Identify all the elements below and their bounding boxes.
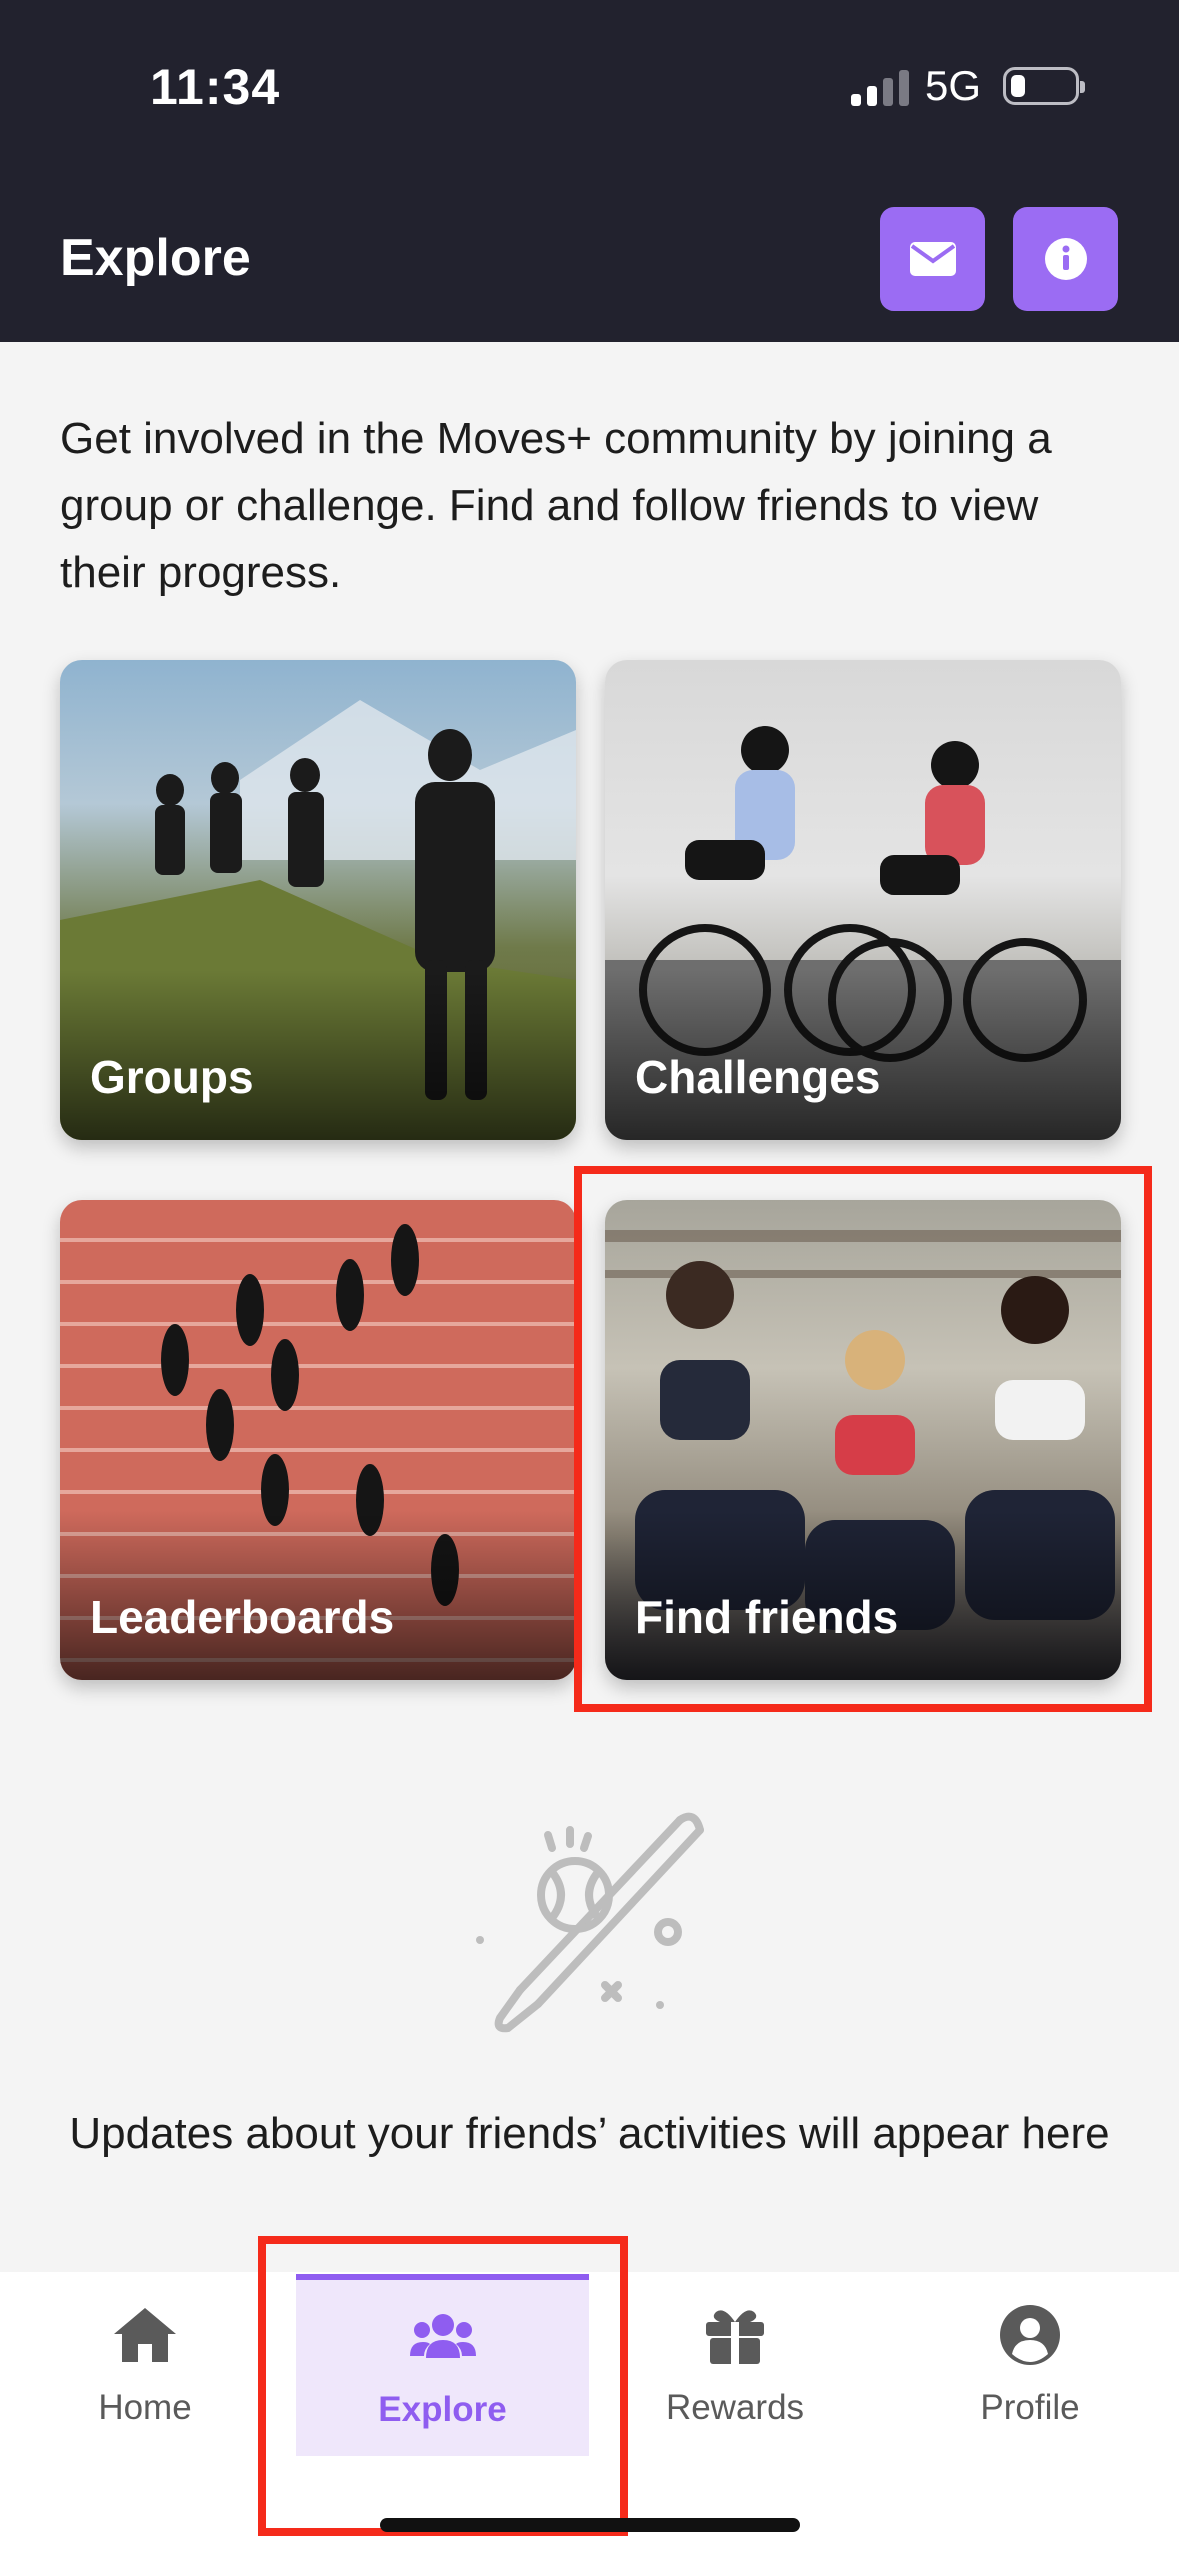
leaderboards-card[interactable]: Leaderboards [60,1200,576,1680]
network-label: 5G [924,62,981,109]
messages-button[interactable] [880,207,985,311]
empty-state-text: Updates about your friends’ activities w… [69,2109,1110,2158]
gift-icon [706,2310,764,2364]
challenges-card[interactable]: Challenges [605,660,1121,1140]
home-indicator[interactable] [380,2518,800,2532]
info-icon [1044,238,1087,280]
groups-card[interactable]: Groups [60,660,576,1140]
card-label: Challenges [635,1051,881,1103]
tab-label: Home [98,2388,192,2427]
info-button[interactable] [1013,207,1118,311]
tab-rewards[interactable]: Rewards [590,2272,880,2472]
user-circle-icon [1000,2305,1060,2365]
home-icon [114,2308,176,2362]
status-time: 11:34 [150,59,281,115]
tab-profile[interactable]: Profile [885,2272,1175,2472]
page-title: Explore [60,229,251,287]
envelope-icon [909,242,956,276]
tab-home[interactable]: Home [0,2272,290,2472]
card-label: Leaderboards [90,1591,395,1643]
battery-icon [1003,67,1085,105]
baseball-bat-icon [476,1812,704,2033]
highlight-find-friends [574,1166,1152,1712]
app-header: 11:34 5G Explore [0,0,1179,342]
highlight-explore-tab [258,2236,628,2536]
status-indicators: 5G [850,62,1085,110]
intro-text: Get involved in the Moves+ community by … [60,414,1052,597]
card-label: Groups [90,1051,254,1103]
tab-label: Profile [980,2388,1080,2427]
tab-label: Rewards [665,2388,805,2427]
signal-icon [850,66,909,106]
